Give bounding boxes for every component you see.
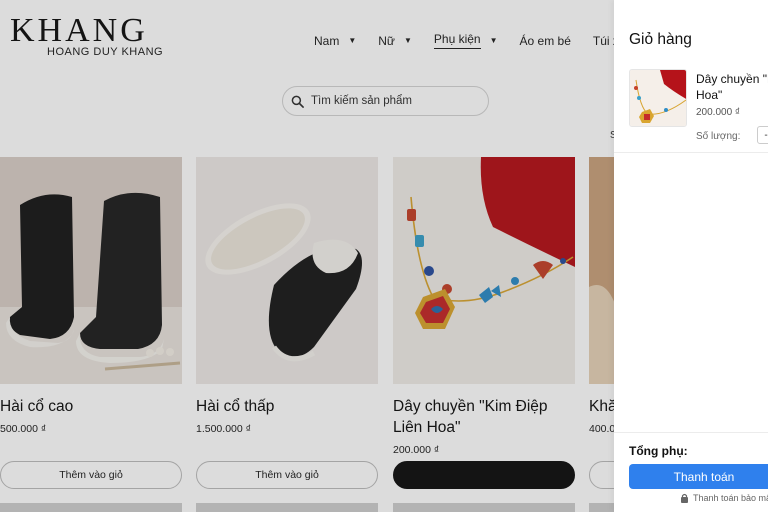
secure-payment-note: Thanh toán bảo mậ — [680, 493, 768, 503]
secure-payment-text: Thanh toán bảo mậ — [693, 493, 768, 503]
divider — [614, 152, 768, 153]
cart-title: Giỏ hàng — [629, 31, 692, 48]
cart-item-thumbnail[interactable] — [629, 69, 687, 127]
subtotal-label: Tổng phụ: — [629, 444, 688, 458]
quantity-decrease-button[interactable]: - — [757, 126, 768, 144]
quantity-label: Số lượng: — [696, 131, 741, 142]
lock-icon — [681, 493, 688, 503]
cart-item-name[interactable]: Dây chuyền "K Liên Hoa" — [696, 71, 768, 103]
checkout-button[interactable]: Thanh toán — [629, 464, 768, 489]
drawer-backdrop[interactable] — [0, 0, 614, 512]
cart-item-price: 200.000 ₫ — [696, 107, 741, 118]
divider — [614, 432, 768, 433]
cart-drawer: Giỏ hàng Dây chuyền "K Liên Hoa" 200.000… — [614, 0, 768, 512]
